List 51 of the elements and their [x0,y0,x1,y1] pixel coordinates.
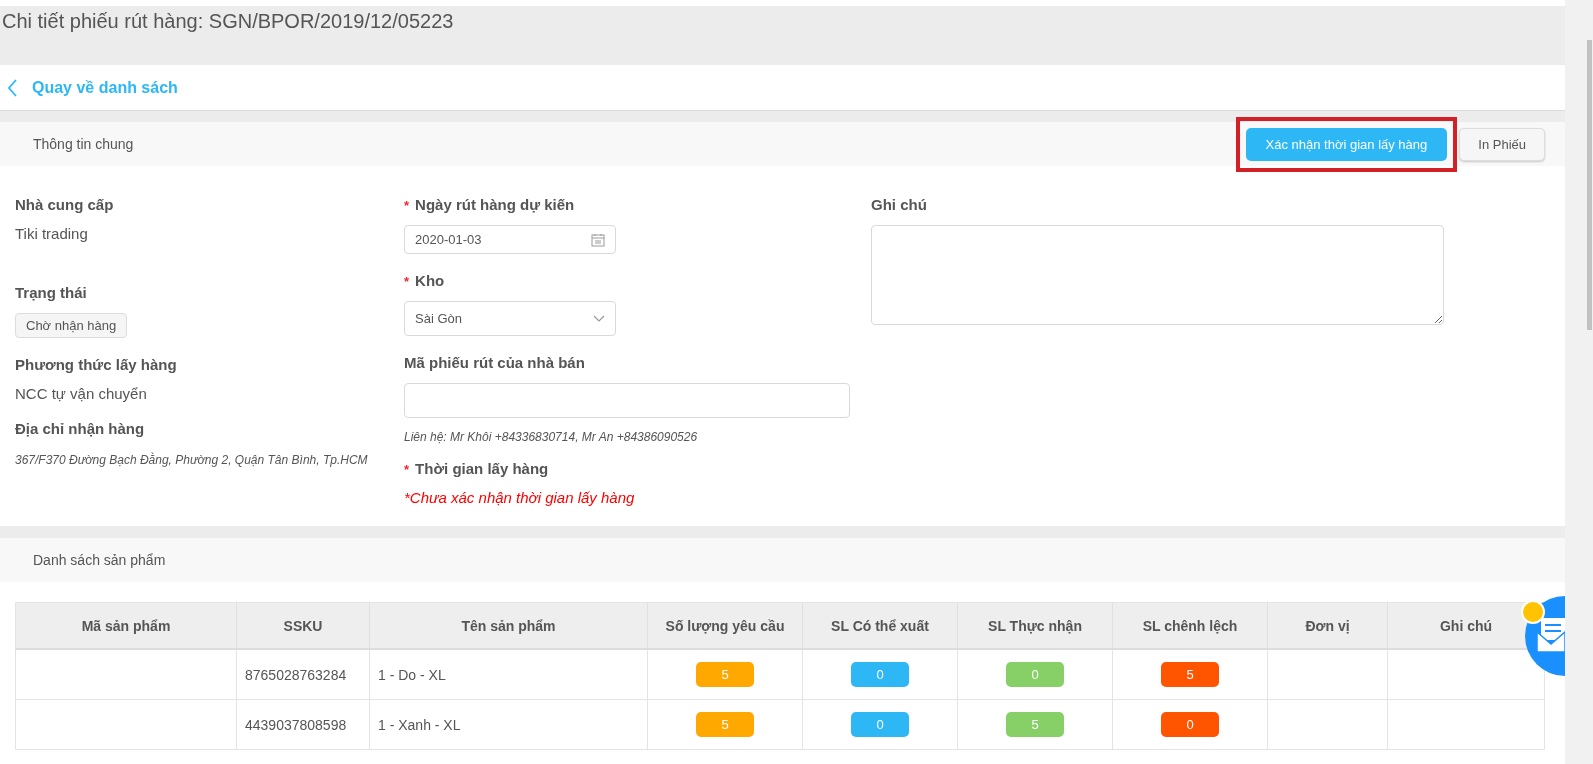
section-title: Thông tin chung [33,136,134,152]
table-cell: 1 - Xanh - XL [369,699,648,750]
column-header: SL chênh lệch [1112,602,1268,649]
column-header: Mã sản phẩm [15,602,237,649]
column-header: Đơn vị [1267,602,1388,649]
warehouse-select[interactable]: Sài Gòn [404,301,616,337]
quantity-badge: 5 [1006,712,1064,737]
field-label: Ghi chú [871,196,928,213]
warning-text: *Chưa xác nhận thời gian lấy hàng [404,489,636,506]
page-title: Chi tiết phiếu rút hàng: SGN/BPOR/2019/12/05223 [1,9,455,33]
table-cell: 8765028763284 [236,649,370,700]
contact-text: Liên hệ: Mr Khôi +84336830714, Mr An +84386090526 [404,430,699,444]
field-value: NCC tự vận chuyển [15,385,148,402]
status-tag: Chờ nhận hàng [15,313,128,338]
quantity-badge: 0 [851,662,909,687]
required-mark: * [404,462,410,477]
note-textarea[interactable] [871,225,1444,325]
field-label: Phương thức lấy hàng [15,356,178,373]
field-label: Trạng thái [15,284,88,301]
table-cell: 1 - Do - XL [369,649,648,700]
date-field[interactable]: 2020-01-03 [404,225,616,255]
section-title: Danh sách sản phẩm [33,552,166,568]
quantity-badge: 5 [696,712,754,737]
field-value: Tiki trading [15,225,89,242]
scrollbar[interactable] [1565,0,1593,764]
column-header: SL Có thể xuất [802,602,958,649]
field-label: Mã phiếu rút của nhà bán [404,354,585,372]
required-mark: * [404,198,410,213]
column-header: SL Thực nhận [957,602,1113,649]
address-text: 367/F370 Đường Bạch Đằng, Phường 2, Quận Tân Bình, Tp.HCM [15,451,369,469]
quantity-badge: 0 [1161,712,1219,737]
print-button[interactable]: In Phiếu [1459,127,1545,161]
field-label: Địa chỉ nhận hàng [15,420,146,437]
table-cell: 4439037808598 [236,699,370,750]
chevron-down-icon [593,314,605,323]
field-label: Ngày rút hàng dự kiến [415,196,575,213]
column-header: Tên sản phẩm [369,602,648,649]
quantity-badge: 0 [1006,662,1064,687]
chevron-left-icon [8,78,18,97]
field-label: Kho [415,272,445,290]
quantity-badge: 5 [1161,662,1219,687]
column-header: Số lượng yêu cầu [647,602,803,649]
field-label: Thời gian lấy hàng [415,460,549,477]
field-label: Nhà cung cấp [15,196,115,213]
calendar-icon [591,232,605,247]
quantity-badge: 0 [851,712,909,737]
input-field[interactable] [404,383,850,418]
required-mark: * [404,274,410,290]
chat-widget-icon[interactable] [1521,596,1565,676]
quantity-badge: 5 [696,662,754,687]
column-header: SSKU [236,602,370,649]
